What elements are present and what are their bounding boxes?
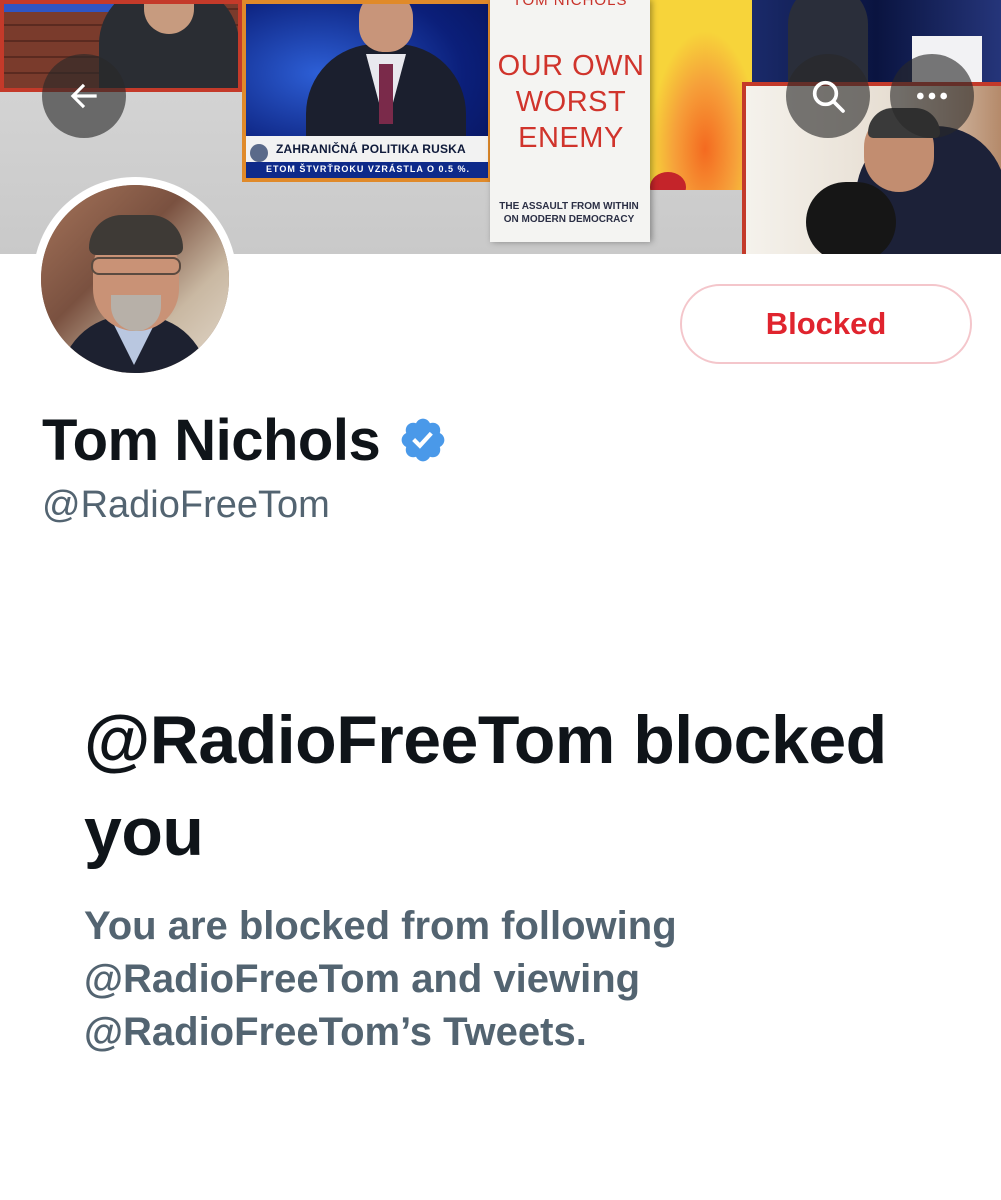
verified-badge-icon[interactable] <box>398 415 448 465</box>
book-author: TOM NICHOLS <box>512 0 628 9</box>
book-title-line: ENEMY <box>518 122 624 154</box>
book-title-line: WORST <box>515 86 627 118</box>
search-button[interactable] <box>786 54 870 138</box>
avatar-photo <box>41 185 229 373</box>
more-horizontal-icon <box>917 92 947 100</box>
profile-handle: @RadioFreeTom <box>42 484 330 526</box>
arrow-left-icon <box>70 83 97 109</box>
channel-logo <box>250 144 268 162</box>
profile-name-row: Tom Nichols <box>42 402 448 478</box>
blocked-notice-body: You are blocked from following @RadioFre… <box>84 904 677 1054</box>
book-title-line: OUR OWN <box>497 50 645 82</box>
book-subtitle: THE ASSAULT FROM WITHIN ON MODERN DEMOCR… <box>499 201 639 225</box>
more-options-button[interactable] <box>890 54 974 138</box>
news-ticker-subline: ETOM ŠTVRŤROKU VZRÁSTLA O 0.5 %. <box>266 164 471 174</box>
avatar[interactable] <box>33 177 237 381</box>
news-ticker-headline: ZAHRANIČNÁ POLITIKA RUSKA <box>276 142 466 156</box>
profile-display-name: Tom Nichols <box>42 407 381 473</box>
search-icon <box>812 80 845 113</box>
banner-photo-tv-interview: ZAHRANIČNÁ POLITIKA RUSKA ETOM ŠTVRŤROKU… <box>242 0 492 182</box>
blocked-notice-title: @RadioFreeTom blocked you <box>84 702 887 870</box>
back-button[interactable] <box>42 54 126 138</box>
banner-fire-art <box>650 0 752 190</box>
blocked-button[interactable]: Blocked <box>680 284 972 364</box>
banner-book-cover: TOM NICHOLS OUR OWN WORST ENEMY THE ASSA… <box>490 0 650 242</box>
book-title: OUR OWN WORST ENEMY <box>496 48 646 156</box>
